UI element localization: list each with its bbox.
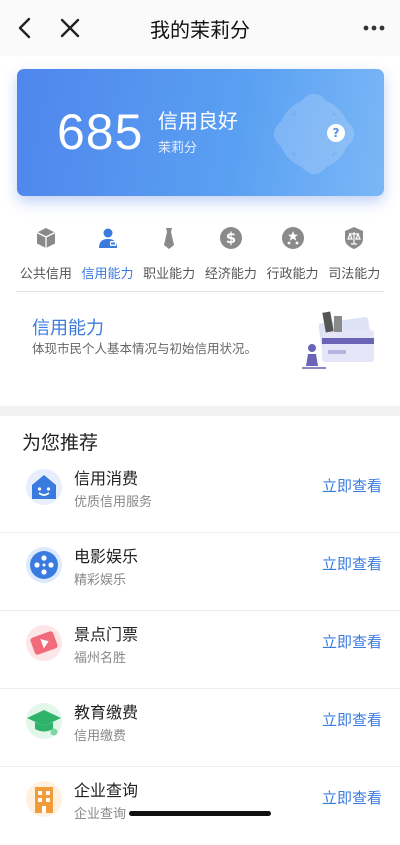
tab-label: 职业能力 bbox=[143, 267, 196, 282]
item-name: 教育缴费 bbox=[74, 703, 139, 722]
ticket-icon bbox=[26, 625, 62, 661]
tab-label: 公共信用 bbox=[19, 267, 72, 282]
tab-public-credit[interactable]: 公共信用 bbox=[15, 226, 77, 282]
house-smile-icon bbox=[26, 469, 62, 505]
tab-judicial-ability[interactable]: 司法能力 bbox=[323, 226, 385, 282]
credit-card-illustration-icon bbox=[302, 311, 374, 369]
list-item[interactable]: 企业查询 企业查询 立即查看 bbox=[0, 767, 400, 845]
tab-economic-ability[interactable]: $ 经济能力 bbox=[200, 226, 262, 282]
ability-title: 信用能力 bbox=[32, 318, 104, 339]
item-subtitle: 福州名胜 bbox=[74, 651, 127, 666]
cube-icon bbox=[36, 228, 56, 248]
list-item[interactable]: 教育缴费 信用缴费 立即查看 bbox=[0, 689, 400, 767]
item-name: 电影娱乐 bbox=[74, 547, 139, 566]
view-now-link[interactable]: 立即查看 bbox=[322, 475, 382, 496]
nav-bar: 我的茉莉分 bbox=[0, 0, 400, 56]
item-subtitle: 信用缴费 bbox=[74, 729, 127, 744]
list-item[interactable]: 电影娱乐 精彩娱乐 立即查看 bbox=[0, 533, 400, 611]
page-title: 我的茉莉分 bbox=[150, 18, 250, 42]
home-indicator[interactable] bbox=[129, 811, 271, 816]
tab-label: 信用能力 bbox=[81, 267, 134, 282]
help-icon[interactable]: ? bbox=[327, 124, 345, 142]
score-card[interactable]: 685 信用良好 茉莉分 ? bbox=[17, 69, 384, 196]
item-name: 景点门票 bbox=[74, 625, 139, 644]
credit-score: 685 bbox=[57, 104, 144, 160]
graduation-cap-icon bbox=[26, 703, 62, 739]
view-now-link[interactable]: 立即查看 bbox=[322, 787, 382, 808]
divider bbox=[16, 291, 384, 292]
tab-admin-ability[interactable]: 行政能力 bbox=[262, 226, 324, 282]
score-brand: 茉莉分 bbox=[158, 141, 198, 156]
tab-career-ability[interactable]: 职业能力 bbox=[138, 226, 200, 282]
category-tabs: 公共信用 信用能力 职业能力 $ 经济能力 行政能力 司法能力 bbox=[15, 226, 385, 282]
tab-label: 司法能力 bbox=[328, 267, 381, 282]
item-subtitle: 企业查询 bbox=[74, 807, 127, 822]
tie-icon bbox=[164, 228, 175, 249]
list-item[interactable]: 景点门票 福州名胜 立即查看 bbox=[0, 611, 400, 689]
flower-decoration-icon bbox=[274, 94, 354, 174]
building-icon bbox=[26, 781, 62, 817]
ability-description: 体现市民个人基本情况与初始信用状况。 bbox=[32, 341, 258, 356]
item-name: 企业查询 bbox=[74, 781, 139, 800]
dollar-icon: $ bbox=[219, 227, 242, 249]
scales-icon bbox=[345, 227, 364, 249]
recommend-title: 为您推荐 bbox=[22, 432, 99, 454]
section-gap bbox=[0, 406, 400, 416]
list-item[interactable]: 信用消费 优质信用服务 立即查看 bbox=[0, 455, 400, 533]
view-now-link[interactable]: 立即查看 bbox=[322, 553, 382, 574]
credit-level: 信用良好 bbox=[158, 109, 238, 133]
film-reel-icon bbox=[26, 547, 62, 583]
tab-credit-ability[interactable]: 信用能力 bbox=[77, 226, 139, 282]
item-subtitle: 优质信用服务 bbox=[74, 495, 153, 510]
stars-icon bbox=[281, 227, 304, 249]
svg-text:$: $ bbox=[226, 229, 236, 247]
more-dots-icon[interactable] bbox=[360, 14, 388, 42]
tab-label: 行政能力 bbox=[266, 267, 319, 282]
tab-label: 经济能力 bbox=[204, 267, 257, 282]
item-subtitle: 精彩娱乐 bbox=[74, 573, 127, 588]
view-now-link[interactable]: 立即查看 bbox=[322, 631, 382, 652]
item-name: 信用消费 bbox=[74, 469, 139, 488]
person-badge-icon bbox=[98, 228, 117, 248]
view-now-link[interactable]: 立即查看 bbox=[322, 709, 382, 730]
